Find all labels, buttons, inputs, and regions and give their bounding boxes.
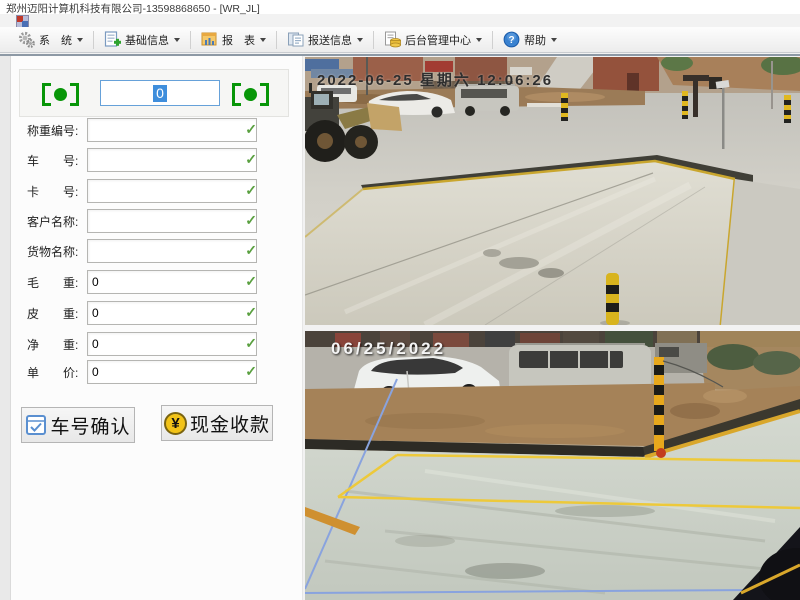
camera-bottom-scene bbox=[305, 331, 800, 600]
field-label: 称重编号: bbox=[27, 122, 78, 139]
toolbar-label-help: 帮助 bbox=[524, 32, 546, 48]
check-icon: ✓ bbox=[245, 212, 257, 229]
field-label: 卡 号: bbox=[27, 183, 78, 200]
field-label: 货物名称: bbox=[27, 243, 78, 260]
camera-pole bbox=[722, 85, 725, 149]
weigh-number-input[interactable] bbox=[87, 118, 257, 142]
chevron-down-icon bbox=[357, 38, 363, 42]
scale-status-box: 0 bbox=[19, 69, 289, 117]
toolbar-separator bbox=[492, 31, 493, 49]
bracket-right bbox=[70, 83, 79, 106]
camera-feed-bottom: 06/25/2022 bbox=[305, 331, 800, 600]
cash-receipt-label: 现金收款 bbox=[190, 410, 270, 437]
send-info-icon bbox=[287, 31, 304, 48]
check-icon: ✓ bbox=[245, 335, 257, 352]
field-row-tare-weight: 皮 重: ✓ bbox=[27, 301, 251, 323]
check-icon: ✓ bbox=[245, 182, 257, 199]
check-icon: ✓ bbox=[245, 363, 257, 380]
field-row-net-weight: 净 重: ✓ bbox=[27, 332, 251, 354]
field-label: 车 号: bbox=[27, 152, 78, 169]
report-chart-icon bbox=[201, 31, 218, 48]
status-indicator-left bbox=[42, 83, 79, 106]
tare-weight-input[interactable] bbox=[87, 301, 257, 325]
cash-receipt-button[interactable]: ¥ 现金收款 bbox=[161, 405, 273, 441]
toolbar-separator bbox=[93, 31, 94, 49]
vehicle-number-input[interactable] bbox=[87, 148, 257, 172]
toolbar-item-submit-info[interactable]: 报送信息 bbox=[281, 29, 369, 50]
green-dot-indicator bbox=[54, 88, 67, 101]
main-toolbar: 系 统 基础信息 报 表 bbox=[0, 27, 800, 53]
toolbar-separator bbox=[373, 31, 374, 49]
check-icon: ✓ bbox=[245, 242, 257, 259]
bracket-left bbox=[42, 83, 51, 106]
bracket-left bbox=[232, 83, 241, 106]
window-title: 郑州迈阳计算机科技有限公司-13598868650 - [WR_JL] bbox=[6, 1, 260, 16]
vehicle-confirm-button[interactable]: 车号确认 bbox=[21, 407, 135, 443]
weight-display-value: 0 bbox=[153, 85, 167, 102]
toolbar-label-submit-info: 报送信息 bbox=[308, 32, 352, 48]
toolbar-item-reports[interactable]: 报 表 bbox=[195, 29, 272, 50]
weight-display-input[interactable]: 0 bbox=[100, 80, 220, 106]
toolbar-label-admin-center: 后台管理中心 bbox=[405, 32, 471, 48]
cargo-name-input[interactable] bbox=[87, 239, 257, 263]
add-form-icon bbox=[104, 31, 121, 48]
toolbar-label-basic-info: 基础信息 bbox=[125, 32, 169, 48]
camera-top-scene bbox=[305, 57, 800, 325]
unit-price-input[interactable] bbox=[87, 360, 257, 384]
field-label: 单 价: bbox=[27, 364, 78, 381]
yen-circle-icon: ¥ bbox=[164, 412, 187, 435]
field-row-weigh-no: 称重编号: ✓ bbox=[27, 118, 251, 140]
net-weight-input[interactable] bbox=[87, 332, 257, 356]
weighing-form-panel: 0 称重编号: ✓ 车 号: ✓ 卡 号: ✓ 客户名称: ✓ bbox=[11, 56, 303, 600]
status-indicator-right bbox=[232, 83, 269, 106]
green-dot-indicator bbox=[244, 88, 257, 101]
toolbar-item-system[interactable]: 系 统 bbox=[12, 29, 89, 50]
toolbar-item-help[interactable]: ? 帮助 bbox=[497, 29, 563, 50]
bracket-right bbox=[260, 83, 269, 106]
field-label: 毛 重: bbox=[27, 274, 78, 291]
toolbar-separator bbox=[190, 31, 191, 49]
toolbar-item-admin-center[interactable]: 后台管理中心 bbox=[378, 29, 488, 50]
chevron-down-icon bbox=[174, 38, 180, 42]
gears-icon bbox=[18, 31, 35, 48]
toolbar-item-basic-info[interactable]: 基础信息 bbox=[98, 29, 186, 50]
camera-bottom-timestamp: 06/25/2022 bbox=[331, 339, 446, 359]
checkbox-icon bbox=[25, 414, 47, 436]
title-bar: 郑州迈阳计算机科技有限公司-13598868650 - [WR_JL] bbox=[0, 0, 800, 14]
toolbar-label-reports: 报 表 bbox=[222, 32, 255, 48]
chevron-down-icon bbox=[476, 38, 482, 42]
chevron-down-icon bbox=[551, 38, 557, 42]
svg-text:?: ? bbox=[508, 35, 514, 46]
toolbar-separator bbox=[276, 31, 277, 49]
help-icon: ? bbox=[503, 31, 520, 48]
chevron-down-icon bbox=[260, 38, 266, 42]
field-row-gross-weight: 毛 重: ✓ bbox=[27, 270, 251, 292]
field-label: 皮 重: bbox=[27, 305, 78, 322]
check-icon: ✓ bbox=[245, 273, 257, 290]
check-icon: ✓ bbox=[245, 121, 257, 138]
admin-center-icon bbox=[384, 31, 401, 48]
check-icon: ✓ bbox=[245, 151, 257, 168]
weighbridge-app-window: 郑州迈阳计算机科技有限公司-13598868650 - [WR_JL] 系 统 bbox=[0, 0, 800, 600]
field-label: 净 重: bbox=[27, 336, 78, 353]
field-label: 客户名称: bbox=[27, 213, 78, 230]
field-row-card-no: 卡 号: ✓ bbox=[27, 179, 251, 201]
chevron-down-icon bbox=[77, 38, 83, 42]
gross-weight-input[interactable] bbox=[87, 270, 257, 294]
field-row-unit-price: 单 价: ✓ bbox=[27, 360, 251, 382]
check-icon: ✓ bbox=[245, 304, 257, 321]
camera-top-timestamp: 2022-06-25 星期六 12:06:26 bbox=[317, 69, 553, 90]
field-row-cargo: 货物名称: ✓ bbox=[27, 239, 251, 261]
field-row-vehicle-no: 车 号: ✓ bbox=[27, 148, 251, 170]
card-number-input[interactable] bbox=[87, 179, 257, 203]
camera-feed-top: 2022-06-25 星期六 12:06:26 bbox=[305, 57, 800, 325]
vehicle-confirm-label: 车号确认 bbox=[50, 412, 130, 439]
field-row-customer: 客户名称: ✓ bbox=[27, 209, 251, 231]
toolbar-label-system: 系 统 bbox=[39, 32, 72, 48]
customer-name-input[interactable] bbox=[87, 209, 257, 233]
left-collapsed-strip bbox=[0, 56, 11, 600]
